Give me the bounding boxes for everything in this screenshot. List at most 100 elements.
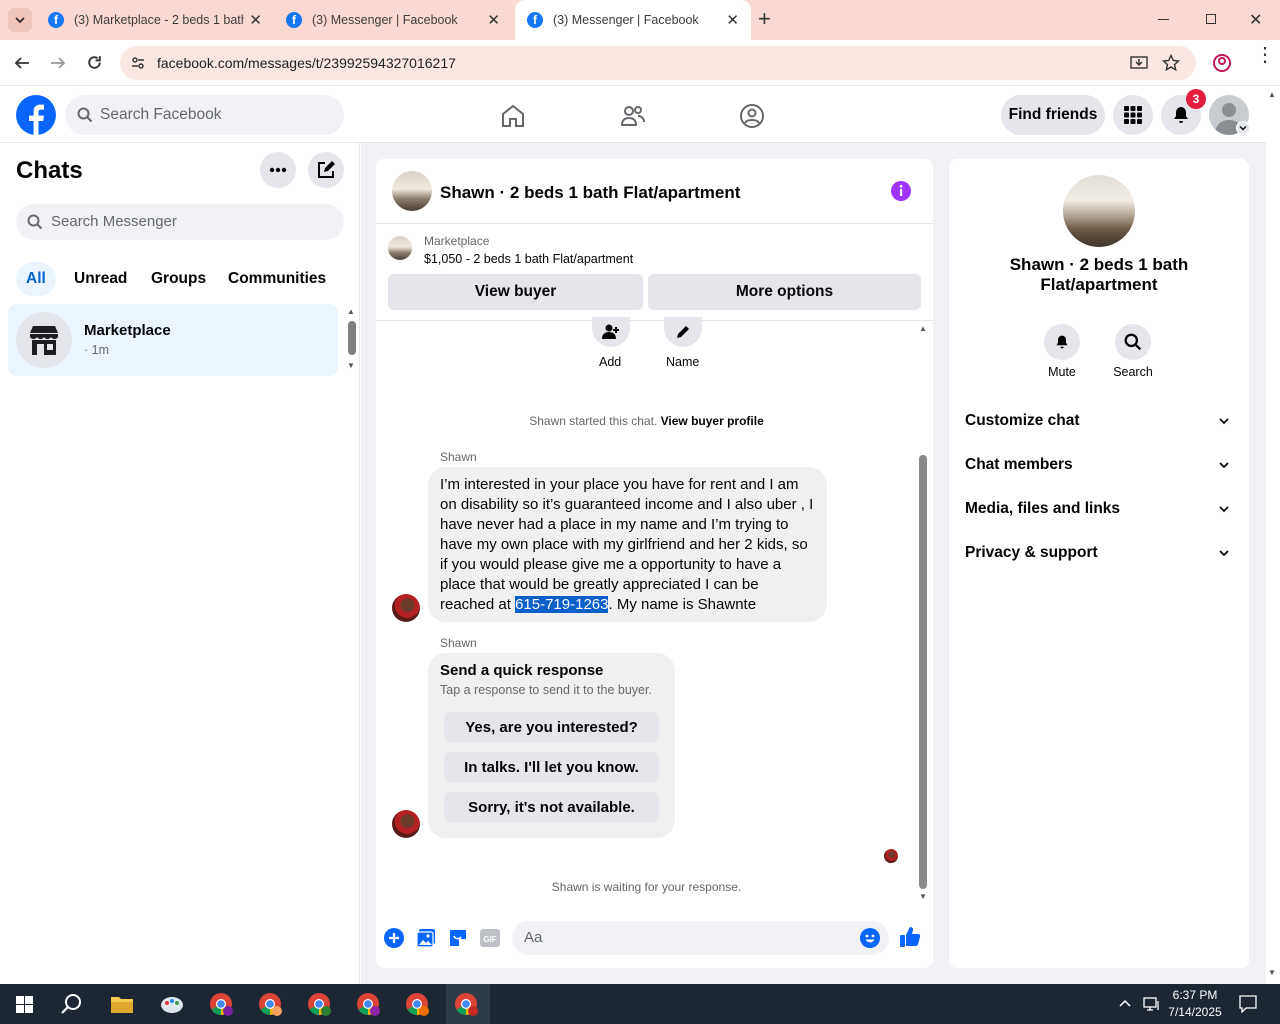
sidebar-scroll-down[interactable]: ▼ (347, 361, 355, 370)
home-icon[interactable] (500, 103, 526, 129)
view-buyer-button[interactable]: View buyer (388, 274, 643, 310)
compose-icon (318, 161, 335, 178)
quick-response-not-available[interactable]: Sorry, it's not available. (444, 792, 659, 822)
windows-start-icon[interactable] (16, 996, 33, 1013)
browser-tab-2[interactable]: f (3) Messenger | Facebook ✕ (274, 0, 512, 40)
filter-groups[interactable]: Groups (141, 262, 216, 296)
reload-icon[interactable] (86, 54, 103, 71)
section-label: Chat members (965, 456, 1073, 473)
messenger-search-input[interactable]: Search Messenger (16, 204, 344, 240)
section-customize-chat[interactable]: Customize chat (949, 407, 1249, 435)
chrome-profile-icon[interactable] (305, 990, 333, 1018)
taskbar-date[interactable]: 7/14/2025 (1165, 1005, 1225, 1019)
profile-icon[interactable] (1212, 53, 1232, 73)
marketplace-avatar (16, 312, 72, 368)
browser-tab-3[interactable]: f (3) Messenger | Facebook ✕ (515, 0, 751, 40)
chrome-profile-icon[interactable] (354, 990, 382, 1018)
chat-header-avatar[interactable] (392, 171, 432, 211)
chevron-down-icon (15, 17, 25, 24)
chat-scroll-up[interactable]: ▲ (919, 324, 927, 333)
chats-options-button[interactable] (260, 152, 296, 188)
network-icon[interactable] (1143, 996, 1161, 1012)
quick-response-yes[interactable]: Yes, are you interested? (444, 712, 659, 742)
chrome-profile-icon[interactable] (452, 990, 480, 1018)
sidebar-scrollbar[interactable] (348, 321, 356, 355)
phone-number[interactable]: 615-719-1263 (515, 596, 609, 613)
install-app-icon[interactable] (1130, 54, 1148, 72)
new-tab-button[interactable]: + (758, 8, 771, 30)
tab-search-dropdown[interactable] (8, 8, 32, 32)
chat-header-title[interactable]: Shawn · 2 beds 1 bath Flat/apartment (440, 183, 740, 203)
chat-scroll-down[interactable]: ▼ (919, 892, 927, 901)
sticker-icon[interactable] (448, 928, 468, 948)
close-icon[interactable]: ✕ (726, 11, 739, 29)
sidebar-scroll-up[interactable]: ▲ (347, 307, 355, 316)
more-options-button[interactable]: More options (648, 274, 921, 310)
facebook-search-input[interactable]: Search Facebook (65, 95, 344, 135)
message-bubble[interactable]: I’m interested in your place you have fo… (428, 467, 827, 622)
message-composer-input[interactable]: Aa (512, 921, 889, 955)
close-icon[interactable]: ✕ (249, 11, 262, 29)
sender-avatar[interactable] (392, 810, 420, 838)
site-settings-icon[interactable] (130, 55, 146, 71)
chat-scrollbar[interactable] (919, 455, 927, 889)
thumbs-up-icon[interactable] (899, 926, 921, 948)
photo-icon[interactable] (416, 928, 436, 948)
close-icon[interactable]: ✕ (487, 11, 500, 29)
gif-icon[interactable]: GIF (479, 928, 501, 948)
chrome-icon[interactable] (207, 990, 235, 1018)
file-explorer-icon[interactable] (110, 994, 134, 1014)
forward-arrow-icon[interactable] (50, 55, 66, 71)
search-in-chat-button[interactable] (1115, 324, 1151, 360)
close-window-button[interactable]: ✕ (1249, 10, 1262, 30)
groups-icon[interactable] (739, 103, 765, 129)
listing-title[interactable]: $1,050 - 2 beds 1 bath Flat/apartment (424, 252, 633, 266)
emoji-icon[interactable] (860, 928, 880, 948)
find-friends-button[interactable]: Find friends (1001, 95, 1105, 135)
account-menu-chevron[interactable] (1236, 121, 1250, 135)
menu-grid-button[interactable] (1113, 95, 1153, 135)
add-people-button[interactable] (592, 317, 630, 347)
chrome-menu-icon[interactable]: ⋮ (1255, 45, 1275, 65)
plus-circle-icon[interactable] (384, 928, 404, 948)
page-scroll-down[interactable]: ▼ (1268, 968, 1276, 977)
facebook-logo-icon[interactable] (16, 95, 56, 135)
restore-button[interactable] (1206, 14, 1216, 24)
chrome-profile-icon[interactable] (256, 990, 284, 1018)
notification-center-icon[interactable] (1239, 995, 1257, 1013)
taskbar-search-icon[interactable] (61, 993, 83, 1015)
section-chat-members[interactable]: Chat members (949, 451, 1249, 479)
section-privacy-support[interactable]: Privacy & support (949, 539, 1249, 567)
filter-unread[interactable]: Unread (64, 262, 137, 296)
quick-response-in-talks[interactable]: In talks. I'll let you know. (444, 752, 659, 782)
notification-badge: 3 (1186, 89, 1206, 109)
browser-tab-1[interactable]: f (3) Marketplace - 2 beds 1 bath ✕ (36, 0, 274, 40)
new-message-button[interactable] (308, 152, 344, 188)
listing-thumbnail[interactable] (388, 236, 412, 260)
storefront-icon (30, 326, 58, 355)
back-arrow-icon[interactable] (14, 55, 30, 71)
listing-label: Marketplace (424, 234, 490, 248)
friends-icon[interactable] (620, 103, 646, 129)
page-scroll-up[interactable]: ▲ (1268, 90, 1276, 99)
view-buyer-profile-link[interactable]: View buyer profile (661, 414, 764, 428)
address-bar[interactable]: facebook.com/messages/t/2399259432701621… (120, 46, 1196, 80)
section-media-files-links[interactable]: Media, files and links (949, 495, 1249, 523)
chevron-up-icon[interactable] (1119, 998, 1131, 1008)
taskbar-time[interactable]: 6:37 PM (1165, 988, 1225, 1002)
name-chat-button[interactable] (664, 317, 702, 347)
filter-all[interactable]: All (16, 262, 56, 296)
filter-communities[interactable]: Communities (218, 262, 336, 296)
browser-toolbar: facebook.com/messages/t/2399259432701621… (0, 40, 1280, 86)
mute-button[interactable] (1044, 324, 1080, 360)
chrome-profile-icon[interactable] (403, 990, 431, 1018)
chat-list-item[interactable]: Marketplace · 1m (8, 304, 338, 376)
listing-divider (376, 320, 933, 321)
info-avatar[interactable] (1063, 175, 1135, 247)
bookmark-star-icon[interactable] (1162, 54, 1180, 72)
info-icon[interactable] (890, 180, 912, 202)
paint-app-icon[interactable] (158, 990, 186, 1018)
minimize-button[interactable] (1158, 19, 1169, 20)
conversation-panel: Shawn · 2 beds 1 bath Flat/apartment Mar… (376, 159, 933, 968)
sender-avatar[interactable] (392, 594, 420, 622)
